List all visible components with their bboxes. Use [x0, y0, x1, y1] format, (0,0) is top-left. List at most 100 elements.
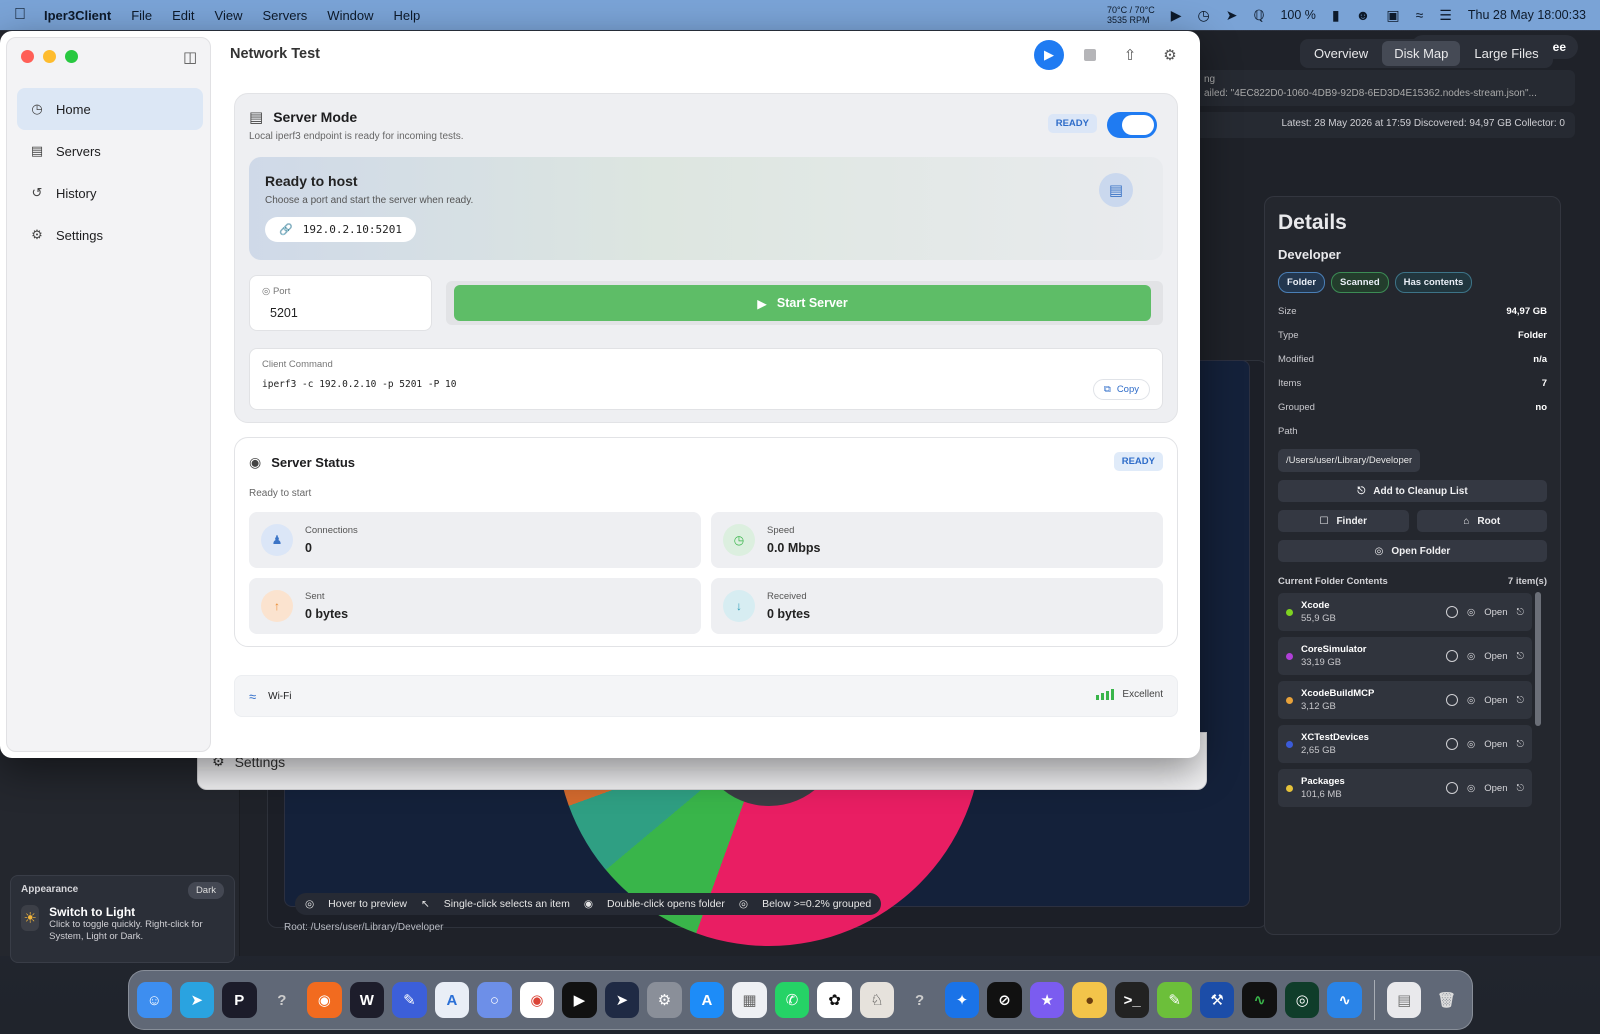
clock[interactable]: Thu 28 May 18:00:33: [1468, 8, 1586, 22]
minimize-button[interactable]: [43, 50, 56, 63]
app-store-icon[interactable]: A: [689, 982, 725, 1018]
clock-history-icon[interactable]: ◷: [1197, 7, 1209, 24]
sidebar-item-settings[interactable]: ⚙ Settings: [17, 214, 203, 256]
instruments-icon[interactable]: A: [434, 982, 470, 1018]
documents-icon[interactable]: ▤: [1386, 982, 1422, 1018]
gemini-icon[interactable]: ✦: [944, 982, 980, 1018]
close-button[interactable]: [21, 50, 34, 63]
tab-disk-map[interactable]: Disk Map: [1382, 41, 1461, 66]
tray-icon[interactable]: ⎋: [1516, 651, 1524, 662]
reveal-icon[interactable]: ◎: [1467, 651, 1475, 662]
perplexity-icon[interactable]: ⊘: [987, 982, 1022, 1018]
phpstorm-icon[interactable]: P: [222, 982, 257, 1018]
appearance-panel[interactable]: Appearance Dark ☀ Switch to Light Click …: [10, 875, 235, 963]
chrome-icon[interactable]: ◉: [519, 982, 555, 1018]
port-input[interactable]: 5201: [270, 306, 298, 320]
reveal-icon[interactable]: ◎: [1467, 739, 1475, 750]
finder-button[interactable]: ☐ Finder: [1278, 510, 1409, 532]
reveal-icon[interactable]: ◎: [1467, 607, 1475, 618]
battery-icon[interactable]: ▮: [1332, 7, 1340, 24]
select-circle-icon[interactable]: [1445, 650, 1458, 662]
tab-large-files[interactable]: Large Files: [1462, 41, 1550, 66]
start-server-button[interactable]: ▶ Start Server: [454, 285, 1151, 321]
bluetooth-icon[interactable]: ℚ: [1253, 7, 1264, 24]
stop-button[interactable]: [1076, 41, 1104, 69]
user-icon[interactable]: ☻: [1356, 7, 1371, 23]
send-icon[interactable]: ➤: [1226, 7, 1238, 24]
open-link[interactable]: Open: [1484, 695, 1507, 706]
sidebar-item-history[interactable]: ↺ History: [17, 172, 203, 214]
nova-icon[interactable]: ★: [1029, 982, 1065, 1018]
copy-button[interactable]: ⧉ Copy: [1093, 379, 1150, 400]
file-list-scrollbar[interactable]: [1535, 592, 1541, 726]
reveal-icon[interactable]: ◎: [1467, 695, 1475, 706]
file-row[interactable]: Xcode 55,9 GB ◎ Open ⎋: [1278, 593, 1532, 631]
menu-app-name[interactable]: Iper3Client: [44, 8, 111, 23]
finder-icon[interactable]: ☺: [137, 982, 172, 1018]
trash-icon[interactable]: 🗑: [1429, 982, 1464, 1018]
play-button[interactable]: ▶: [1034, 40, 1064, 70]
telegram-icon[interactable]: ➤: [179, 982, 215, 1018]
open-link[interactable]: Open: [1484, 739, 1507, 750]
add-cleanup-button[interactable]: ⎋ Add to Cleanup List: [1278, 480, 1547, 502]
server-mode-toggle[interactable]: [1107, 112, 1157, 138]
radar-icon[interactable]: ◎: [1284, 982, 1320, 1018]
path-value[interactable]: /Users/user/Library/Developer: [1278, 449, 1421, 472]
tray-icon[interactable]: ⎋: [1516, 739, 1524, 750]
menu-edit[interactable]: Edit: [172, 8, 194, 23]
sequel-icon[interactable]: ♘: [859, 982, 895, 1018]
prompt-icon[interactable]: ▶: [562, 982, 597, 1018]
text-editor-icon[interactable]: ✎: [392, 982, 427, 1018]
remote-desktop-icon[interactable]: ○: [477, 982, 512, 1018]
select-circle-icon[interactable]: [1445, 606, 1458, 618]
whatsapp-icon[interactable]: ✆: [774, 982, 810, 1018]
host-address[interactable]: 🔗 192.0.2.10:5201: [265, 217, 417, 242]
control-center-icon[interactable]: ☰: [1439, 7, 1452, 24]
sidebar-item-home[interactable]: ◷ Home: [17, 88, 203, 130]
activity-monitor-icon[interactable]: ∿: [1242, 982, 1277, 1018]
zoom-button[interactable]: [65, 50, 78, 63]
unknown-app-icon-2[interactable]: ?: [902, 982, 937, 1018]
temperature-status[interactable]: 70°C / 70°C 3535 RPM: [1107, 5, 1155, 25]
share-button[interactable]: ⇧: [1116, 41, 1144, 69]
chatgpt-icon[interactable]: ✿: [817, 982, 852, 1018]
menu-help[interactable]: Help: [394, 8, 421, 23]
reveal-icon[interactable]: ◎: [1467, 783, 1475, 794]
file-row[interactable]: XcodeBuildMCP 3,12 GB ◎ Open ⎋: [1278, 681, 1532, 719]
wifi-icon[interactable]: ≈: [1416, 7, 1424, 23]
menu-view[interactable]: View: [215, 8, 243, 23]
file-row[interactable]: CoreSimulator 33,19 GB ◎ Open ⎋: [1278, 637, 1532, 675]
launchpad-icon[interactable]: ▦: [732, 982, 767, 1018]
file-row[interactable]: Packages 101,6 MB ◎ Open ⎋: [1278, 769, 1532, 807]
file-row[interactable]: XCTestDevices 2,65 GB ◎ Open ⎋: [1278, 725, 1532, 763]
sublime-icon[interactable]: ✎: [1157, 982, 1192, 1018]
apple-icon[interactable]: : [14, 6, 26, 24]
client-command-text[interactable]: iperf3 -c 192.0.2.10 -p 5201 -P 10: [262, 379, 456, 390]
dog-app-icon[interactable]: ●: [1072, 982, 1107, 1018]
menu-file[interactable]: File: [131, 8, 152, 23]
tab-overview[interactable]: Overview: [1302, 41, 1380, 66]
menu-window[interactable]: Window: [327, 8, 373, 23]
terminal-icon[interactable]: >_: [1114, 982, 1150, 1018]
menu-servers[interactable]: Servers: [263, 8, 308, 23]
firefox-icon[interactable]: ◉: [307, 982, 342, 1018]
unknown-app-icon[interactable]: ?: [265, 982, 300, 1018]
open-link[interactable]: Open: [1484, 607, 1507, 618]
xcode-icon[interactable]: ⚒: [1199, 982, 1235, 1018]
play-circle-icon[interactable]: ▶: [1171, 7, 1182, 24]
select-circle-icon[interactable]: [1445, 694, 1458, 706]
tray-icon[interactable]: ⎋: [1516, 783, 1524, 794]
root-button[interactable]: ⌂ Root: [1416, 510, 1547, 532]
paper-plane-icon[interactable]: ➤: [604, 982, 640, 1018]
select-circle-icon[interactable]: [1445, 738, 1458, 750]
webstorm-icon[interactable]: W: [349, 982, 385, 1018]
settings-button[interactable]: ⚙: [1156, 41, 1184, 69]
port-field[interactable]: ◎ Port 5201: [249, 275, 432, 331]
open-link[interactable]: Open: [1484, 651, 1507, 662]
open-folder-button[interactable]: ◎ Open Folder: [1278, 540, 1547, 562]
system-settings-icon[interactable]: ⚙: [647, 982, 682, 1018]
python-icon[interactable]: ▣: [1386, 7, 1399, 24]
sidebar-item-servers[interactable]: ▤ Servers: [17, 130, 203, 172]
sidebar-toggle-icon[interactable]: ◫: [183, 48, 197, 66]
network-test-app-icon[interactable]: ∿: [1327, 982, 1362, 1018]
